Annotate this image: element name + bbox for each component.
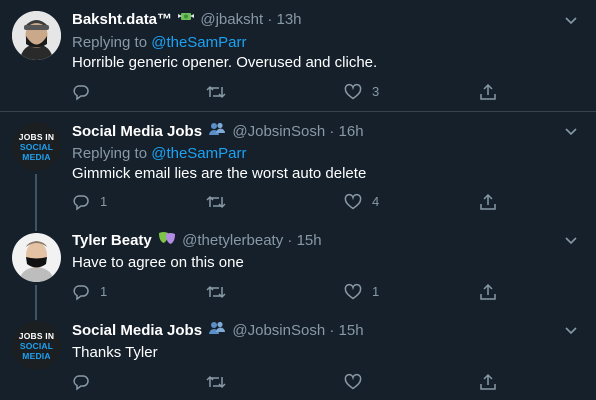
like-count: 4 bbox=[372, 194, 380, 209]
tweet-4[interactable]: JOBS IN SOCIAL MEDIA Social Media Jobs @… bbox=[0, 312, 596, 400]
share-icon bbox=[480, 193, 496, 210]
retweet-icon bbox=[206, 375, 226, 389]
replying-to: Replying to @theSamParr bbox=[72, 145, 247, 162]
share-button[interactable] bbox=[479, 191, 497, 213]
like-button[interactable] bbox=[344, 371, 372, 393]
tweet-text: Thanks Tyler bbox=[72, 344, 158, 361]
share-button[interactable] bbox=[479, 281, 497, 303]
tweet-text: Have to agree on this one bbox=[72, 254, 244, 271]
retweet-icon bbox=[206, 85, 226, 99]
action-bar bbox=[72, 371, 512, 393]
retweet-button[interactable] bbox=[206, 371, 236, 393]
like-button[interactable]: 4 bbox=[344, 191, 379, 213]
tweet-text: Horrible generic opener. Overused and cl… bbox=[72, 54, 378, 71]
like-button[interactable]: 3 bbox=[344, 81, 379, 103]
thread-line bbox=[35, 285, 37, 312]
author-handle[interactable]: @JobsinSosh bbox=[232, 322, 325, 339]
heart-icon bbox=[344, 373, 362, 390]
thread-line-top bbox=[35, 312, 37, 320]
action-bar: 1 1 bbox=[72, 281, 512, 303]
heart-icon bbox=[344, 283, 362, 300]
avatar-baksht[interactable] bbox=[12, 11, 61, 60]
jobs-in-social-media-logo: JOBS IN SOCIAL MEDIA bbox=[12, 122, 61, 171]
thread-line bbox=[35, 174, 37, 222]
tweet-text: Gimmick email lies are the worst auto de… bbox=[72, 165, 367, 182]
heart-icon bbox=[344, 83, 362, 100]
reply-icon bbox=[73, 85, 89, 101]
like-count: 1 bbox=[372, 284, 380, 299]
separator-dot: · bbox=[287, 232, 293, 249]
retweet-button[interactable] bbox=[206, 281, 236, 303]
thread-line-top bbox=[35, 222, 37, 231]
money-wings-icon bbox=[178, 9, 195, 31]
retweet-icon bbox=[206, 285, 226, 299]
reply-button[interactable]: 1 bbox=[72, 191, 107, 213]
tweet-1[interactable]: Baksht.data™ @jbaksht · 13h Replying to … bbox=[0, 0, 596, 111]
share-icon bbox=[480, 373, 496, 390]
author-handle[interactable]: @JobsinSosh bbox=[232, 123, 325, 140]
retweet-button[interactable] bbox=[206, 81, 236, 103]
share-icon bbox=[480, 83, 496, 100]
author-handle[interactable]: @jbaksht bbox=[200, 11, 263, 28]
author-handle[interactable]: @thetylerbeaty bbox=[182, 232, 283, 249]
avatar-tyler-beaty[interactable] bbox=[12, 233, 61, 282]
heart-icon bbox=[344, 193, 362, 210]
reply-icon bbox=[73, 285, 89, 301]
like-button[interactable]: 1 bbox=[344, 281, 379, 303]
replying-to: Replying to @theSamParr bbox=[72, 34, 247, 51]
share-icon bbox=[480, 283, 496, 300]
action-bar: 1 4 bbox=[72, 191, 512, 213]
separator-dot: · bbox=[329, 123, 335, 140]
reply-button[interactable]: 1 bbox=[72, 281, 107, 303]
tweet-time[interactable]: 15h bbox=[297, 232, 322, 249]
separator-dot: · bbox=[267, 11, 273, 28]
tweet-2[interactable]: JOBS IN SOCIAL MEDIA Social Media Jobs @… bbox=[0, 112, 596, 222]
people-icon bbox=[208, 320, 226, 342]
author-name[interactable]: Social Media Jobs bbox=[72, 123, 202, 140]
tweet-time[interactable]: 16h bbox=[339, 123, 364, 140]
avatar-social-media-jobs[interactable]: JOBS IN SOCIAL MEDIA bbox=[12, 321, 61, 370]
author-name[interactable]: Tyler Beaty bbox=[72, 232, 152, 249]
chevron-down-icon[interactable] bbox=[561, 230, 581, 250]
reply-button[interactable] bbox=[72, 371, 100, 393]
reply-count: 1 bbox=[100, 194, 108, 209]
mention-link[interactable]: @theSamParr bbox=[151, 145, 246, 162]
separator-dot: · bbox=[329, 322, 335, 339]
reply-count: 1 bbox=[100, 284, 108, 299]
action-bar: 3 bbox=[72, 81, 512, 103]
reply-icon bbox=[73, 195, 89, 211]
tweet-time[interactable]: 15h bbox=[339, 322, 364, 339]
retweet-button[interactable] bbox=[206, 191, 236, 213]
reply-icon bbox=[73, 375, 89, 391]
chevron-down-icon[interactable] bbox=[561, 10, 581, 30]
avatar-social-media-jobs[interactable]: JOBS IN SOCIAL MEDIA bbox=[12, 122, 61, 171]
tweet-3[interactable]: Tyler Beaty @thetylerbeaty · 15h Have to… bbox=[0, 222, 596, 312]
theater-masks-icon bbox=[158, 230, 176, 252]
author-name[interactable]: Baksht.data™ bbox=[72, 11, 172, 28]
share-button[interactable] bbox=[479, 371, 497, 393]
retweet-icon bbox=[206, 195, 226, 209]
tweet-time[interactable]: 13h bbox=[276, 11, 301, 28]
like-count: 3 bbox=[372, 84, 380, 99]
chevron-down-icon[interactable] bbox=[561, 320, 581, 340]
mention-link[interactable]: @theSamParr bbox=[151, 34, 246, 51]
reply-button[interactable] bbox=[72, 81, 100, 103]
share-button[interactable] bbox=[479, 81, 497, 103]
jobs-in-social-media-logo: JOBS IN SOCIAL MEDIA bbox=[12, 321, 61, 370]
chevron-down-icon[interactable] bbox=[561, 121, 581, 141]
author-name[interactable]: Social Media Jobs bbox=[72, 322, 202, 339]
people-icon bbox=[208, 121, 226, 143]
